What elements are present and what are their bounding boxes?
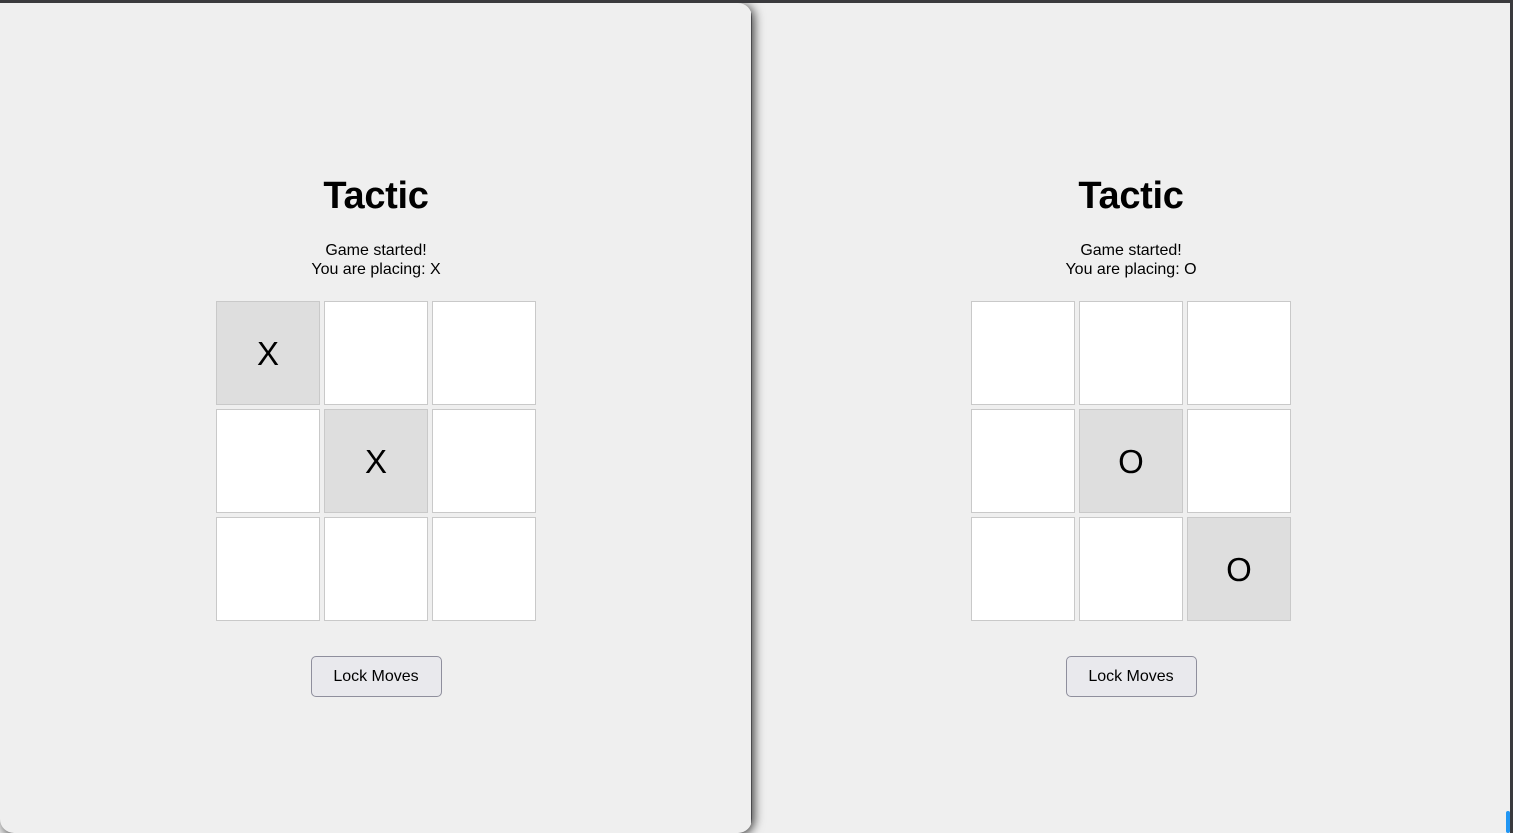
board-cell-0-0[interactable]: X xyxy=(216,301,320,405)
board-cell-2-0[interactable] xyxy=(216,517,320,621)
board-cell-0-1[interactable] xyxy=(1079,301,1183,405)
status-line-game-started: Game started! xyxy=(1080,242,1182,259)
board-cell-0-1[interactable] xyxy=(324,301,428,405)
game-panel-left: Tactic Game started! You are placing: X … xyxy=(0,3,752,833)
board-cell-1-0[interactable] xyxy=(971,409,1075,513)
status-line-game-started: Game started! xyxy=(325,242,427,259)
board-cell-2-2[interactable]: O xyxy=(1187,517,1291,621)
lock-moves-button[interactable]: Lock Moves xyxy=(310,656,442,697)
board-cell-0-0[interactable] xyxy=(971,301,1075,405)
status-line-your-symbol: You are placing: X xyxy=(311,261,441,278)
split-view-container: Tactic Game started! You are placing: X … xyxy=(0,3,1510,833)
status-line-your-symbol: You are placing: O xyxy=(1065,261,1197,278)
board-cell-2-0[interactable] xyxy=(971,517,1075,621)
board-cell-2-2[interactable] xyxy=(432,517,536,621)
game-panel-right: Tactic Game started! You are placing: O … xyxy=(752,3,1510,833)
panel-content-right: Tactic Game started! You are placing: O … xyxy=(752,3,1510,833)
status-message-right: Game started! You are placing: O xyxy=(1065,241,1196,279)
panel-content-left: Tactic Game started! You are placing: X … xyxy=(0,3,752,833)
board-cell-0-2[interactable] xyxy=(432,301,536,405)
page-title: Tactic xyxy=(1078,175,1184,217)
board-cell-2-1[interactable] xyxy=(324,517,428,621)
board-cell-1-1[interactable]: X xyxy=(324,409,428,513)
lock-moves-button[interactable]: Lock Moves xyxy=(1065,656,1197,697)
tictactoe-board-right: O O xyxy=(971,301,1291,621)
board-cell-1-1[interactable]: O xyxy=(1079,409,1183,513)
tictactoe-board-left: X X xyxy=(216,301,536,621)
board-cell-0-2[interactable] xyxy=(1187,301,1291,405)
window-resize-handle[interactable] xyxy=(1506,811,1510,833)
board-cell-1-2[interactable] xyxy=(1187,409,1291,513)
board-cell-1-2[interactable] xyxy=(432,409,536,513)
board-cell-1-0[interactable] xyxy=(216,409,320,513)
app-window: Tactic Game started! You are placing: X … xyxy=(0,0,1513,833)
page-title: Tactic xyxy=(323,175,429,217)
status-message-left: Game started! You are placing: X xyxy=(311,241,440,279)
board-cell-2-1[interactable] xyxy=(1079,517,1183,621)
